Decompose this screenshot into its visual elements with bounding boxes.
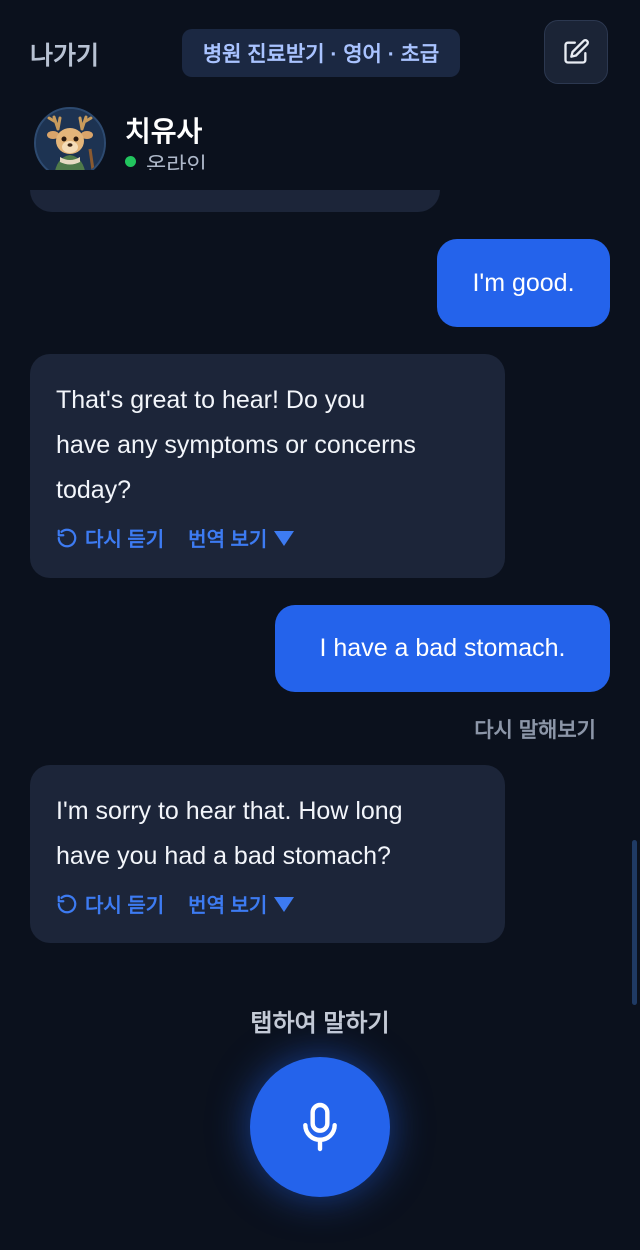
replay-label: 다시 듣기 [85, 895, 165, 917]
edit-button[interactable] [544, 20, 608, 84]
replay-label: 다시 듣기 [85, 529, 165, 551]
online-status-dot [125, 156, 136, 167]
replay-icon [57, 894, 77, 913]
scrollbar[interactable] [632, 840, 637, 1005]
ai-message-bubble: That's great to hear! Do you have any sy… [30, 354, 505, 578]
caret-down-icon [274, 896, 295, 912]
microphone-button[interactable] [250, 1057, 390, 1197]
scenario-title: 병원 진료받기 · 영어 · 초급 [202, 43, 440, 66]
user-message-bubble: I have a bad stomach. [275, 605, 610, 692]
replay-icon [57, 528, 77, 547]
user-message-text: I'm good. [472, 268, 575, 297]
replay-button[interactable]: 다시 듣기 [56, 523, 164, 552]
user-message-text: I have a bad stomach. [319, 634, 566, 662]
translate-label: 번역 보기 [188, 529, 268, 551]
translate-toggle[interactable]: 번역 보기 [188, 523, 295, 552]
avatar [34, 107, 106, 179]
ai-message-actions: 다시 듣기 번역 보기 [56, 523, 479, 552]
edit-icon [564, 39, 589, 64]
replay-button[interactable]: 다시 듣기 [56, 889, 164, 918]
ai-message-bubble: I'm sorry to hear that. How long have yo… [30, 765, 505, 943]
retry-speaking-button[interactable]: 다시 말해보기 [474, 714, 596, 744]
ai-message-actions: 다시 듣기 번역 보기 [56, 889, 479, 918]
deer-avatar-icon [36, 109, 104, 177]
user-message-bubble: I'm good. [437, 239, 610, 327]
scenario-title-chip: 병원 진료받기 · 영어 · 초급 [182, 29, 460, 77]
ai-message-text: I'm sorry to hear that. How long have yo… [56, 797, 403, 870]
translate-toggle[interactable]: 번역 보기 [188, 889, 295, 918]
microphone-icon [303, 1102, 337, 1152]
scroll-cutoff [0, 170, 640, 190]
caret-down-icon [274, 530, 295, 546]
translate-label: 번역 보기 [188, 895, 268, 917]
tap-to-speak-label: 탭하여 말하기 [250, 1010, 390, 1037]
ai-message-text: That's great to hear! Do you have any sy… [56, 386, 416, 504]
exit-button[interactable]: 나가기 [30, 36, 99, 72]
profile-name: 치유사 [125, 116, 203, 147]
